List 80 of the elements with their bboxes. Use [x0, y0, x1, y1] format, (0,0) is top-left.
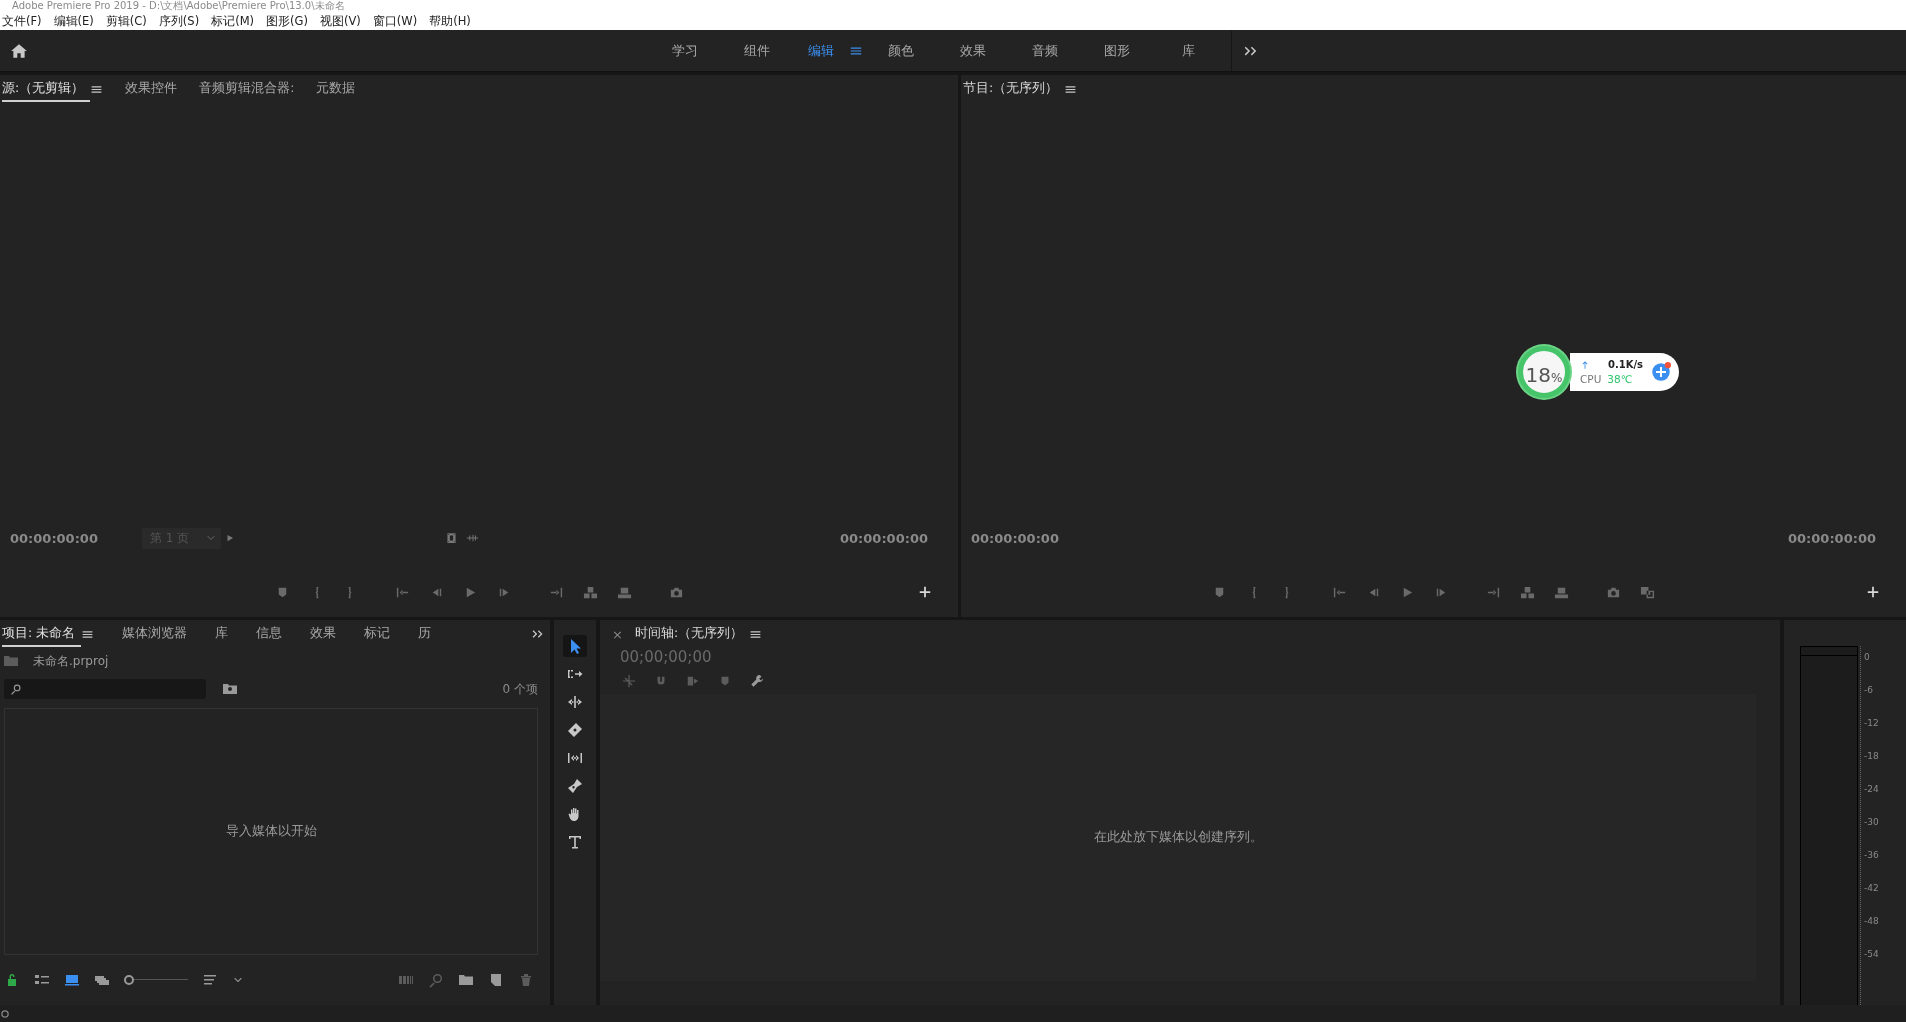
- meter-scale-label: -36: [1864, 849, 1879, 862]
- workspace-tab[interactable]: 学习: [648, 41, 721, 60]
- menu-item[interactable]: 剪辑(C): [105, 13, 147, 29]
- empty-hint: 在此处放下媒体以创建序列。: [1093, 829, 1263, 846]
- project-file-name: 未命名.prproj: [33, 652, 109, 670]
- workspace-tab[interactable]: 库: [1152, 41, 1225, 60]
- wrench-icon[interactable]: [750, 674, 764, 688]
- timecode[interactable]: 00:00:00:00: [971, 530, 1059, 546]
- trash-icon[interactable]: [518, 972, 534, 988]
- lift-icon[interactable]: [1520, 584, 1535, 600]
- panel-tab[interactable]: 项目: 未命名: [2, 621, 82, 647]
- menu-item[interactable]: 视图(V): [319, 13, 361, 29]
- panel-title: 节目:（无序列）: [963, 79, 1059, 97]
- panel-tab[interactable]: 媒体浏览器: [122, 621, 188, 647]
- panel-tab[interactable]: 信息: [256, 621, 283, 647]
- find-bin-icon[interactable]: [222, 681, 238, 697]
- meter-scale-label: -30: [1864, 816, 1879, 829]
- workspace-tab[interactable]: 编辑: [792, 41, 849, 60]
- timecode[interactable]: 00:00:00:00: [10, 530, 98, 546]
- panel-tab[interactable]: 源:（无剪辑）: [2, 76, 91, 102]
- nest-icon[interactable]: [622, 674, 636, 688]
- menu-item[interactable]: 标记(M): [211, 13, 255, 29]
- workspace-tab[interactable]: 颜色: [864, 41, 937, 60]
- timecode: 00:00:00:00: [840, 530, 928, 546]
- new-item-icon[interactable]: [488, 972, 504, 988]
- cpu-temperature: 38℃: [1607, 373, 1633, 385]
- icon-view-icon[interactable]: [64, 972, 80, 988]
- menu-item[interactable]: 编辑(E): [53, 13, 94, 29]
- workspace-tab[interactable]: 音频: [1008, 41, 1081, 60]
- menu-item[interactable]: 窗口(W): [372, 13, 418, 29]
- empty-hint: 导入媒体以开始: [225, 823, 317, 840]
- timecode: 00:00:00:00: [1788, 530, 1876, 546]
- selection-tool-icon[interactable]: [563, 635, 587, 657]
- folder-icon: [3, 653, 19, 669]
- status-icon: [0, 1008, 10, 1019]
- media-drop-area[interactable]: 导入媒体以开始: [4, 708, 538, 955]
- panel-title: 时间轴:（无序列）: [634, 624, 744, 642]
- add-button-icon[interactable]: [1866, 585, 1880, 599]
- sort-icon[interactable]: [202, 972, 218, 988]
- new-bin-icon[interactable]: [458, 972, 474, 988]
- network-speed: 0.1K/s: [1608, 359, 1644, 370]
- panel-tab[interactable]: 效果: [310, 621, 337, 647]
- meter-scale-label: 0: [1864, 651, 1871, 664]
- panel-tab[interactable]: 效果控件: [125, 76, 178, 102]
- panel-tab[interactable]: 历: [418, 621, 432, 647]
- compare-icon[interactable]: [1640, 584, 1655, 600]
- search-field[interactable]: [4, 679, 206, 699]
- panel-tab[interactable]: 标记: [364, 621, 391, 647]
- menu-item[interactable]: 序列(S): [158, 13, 200, 29]
- slider-thumb[interactable]: [124, 975, 134, 985]
- meter-scale-label: -18: [1864, 750, 1879, 763]
- meter-scale-label: -6: [1864, 684, 1874, 697]
- search-icon: [10, 683, 22, 695]
- insert-icon[interactable]: [582, 584, 598, 600]
- zoom-slider[interactable]: [124, 975, 188, 985]
- search-icon[interactable]: [428, 972, 444, 988]
- item-count: 0 个项: [502, 680, 538, 698]
- add-button-icon[interactable]: [918, 585, 932, 599]
- menu-item[interactable]: 图形(G): [266, 13, 308, 29]
- menu-item[interactable]: 帮助(H): [429, 13, 471, 29]
- meter-scale-label: -42: [1864, 882, 1879, 895]
- panel-tab[interactable]: 元数据: [316, 76, 356, 102]
- close-button[interactable]: ×: [612, 626, 623, 642]
- cpu-usage-gauge: 18%: [1518, 346, 1570, 398]
- cpu-widget[interactable]: 0.1K/s CPU 38℃: [1570, 353, 1680, 391]
- meter-scale-label: -12: [1864, 717, 1879, 730]
- window-title: Adobe Premiere Pro 2019 - D:\文档\Adobe\Premiere Pro\13.0\未命名: [12, 0, 345, 11]
- linked-selection-icon[interactable]: [686, 674, 700, 688]
- panel-tab[interactable]: 库: [215, 621, 229, 647]
- workspace-tab[interactable]: 组件: [720, 41, 793, 60]
- menu-item[interactable]: 文件(F): [2, 13, 42, 29]
- meter-scale-label: -48: [1864, 915, 1879, 928]
- workspace-tab[interactable]: 效果: [936, 41, 1009, 60]
- add-circle-icon[interactable]: [1651, 362, 1672, 382]
- panel-tab[interactable]: 音频剪辑混合器:: [199, 76, 295, 102]
- meter-scale-label: -54: [1864, 948, 1879, 961]
- meter-scale-label: -24: [1864, 783, 1879, 796]
- film-icon[interactable]: [445, 530, 459, 546]
- cpu-label: CPU: [1580, 373, 1602, 385]
- workspace-tab[interactable]: 图形: [1080, 41, 1153, 60]
